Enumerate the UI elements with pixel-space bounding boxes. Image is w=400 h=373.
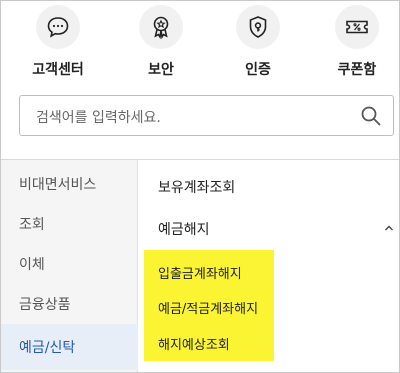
submenu-child-termination-estimate[interactable]: 해지예상조회 — [158, 334, 230, 353]
sidebar-item-label: 비대면서비스 — [19, 177, 97, 193]
quick-menu-security[interactable]: 보안 — [121, 5, 201, 85]
submenu-child-savings-termination[interactable]: 예금/적금계좌해지 — [158, 298, 258, 317]
submenu-child-checking-termination[interactable]: 입출금계좌해지 — [158, 263, 242, 282]
app-frame: 고객센터 보안 인증 쿠폰함 검색어를 입력하세요. 비대면서비스 조회 이체 … — [0, 0, 400, 373]
sidebar-item-financial-products[interactable]: 금융상품 — [1, 284, 138, 324]
search-input[interactable]: 검색어를 입력하세요. — [19, 95, 394, 136]
submenu-item-deposit-termination[interactable]: 예금해지 — [158, 219, 210, 239]
search-placeholder: 검색어를 입력하세요. — [36, 110, 161, 126]
quick-menu-label: 쿠폰함 — [337, 62, 377, 78]
sidebar-item-label: 예금/신탁 — [19, 340, 76, 356]
quick-menu-customer-center[interactable]: 고객센터 — [18, 5, 98, 85]
sidebar-item-label: 이체 — [19, 257, 45, 273]
security-badge-icon — [139, 5, 183, 49]
sidebar-item-label: 조회 — [19, 217, 45, 233]
quick-menu-certification[interactable]: 인증 — [218, 5, 298, 85]
quick-menu-label: 보안 — [148, 62, 174, 78]
sidebar-item-inquiry[interactable]: 조회 — [1, 204, 138, 244]
category-sidebar: 비대면서비스 조회 이체 금융상품 예금/신탁 — [1, 160, 138, 372]
quick-menu-label: 고객센터 — [32, 62, 84, 78]
chat-bubble-icon — [36, 5, 80, 49]
certificate-shield-icon — [236, 5, 280, 49]
sidebar-item-transfer[interactable]: 이체 — [1, 244, 138, 284]
sidebar-item-contactless-service[interactable]: 비대면서비스 — [1, 164, 138, 204]
coupon-icon — [335, 5, 379, 49]
quick-menu: 고객센터 보안 인증 쿠폰함 — [1, 1, 399, 89]
quick-menu-label: 인증 — [245, 62, 271, 78]
quick-menu-coupon-box[interactable]: 쿠폰함 — [317, 5, 397, 85]
sidebar-item-deposit-trust[interactable]: 예금/신탁 — [1, 324, 138, 370]
submenu-item-account-inquiry[interactable]: 보유계좌조회 — [158, 177, 235, 197]
search-icon[interactable] — [360, 105, 382, 127]
chevron-up-icon[interactable] — [384, 224, 394, 232]
sidebar-item-label: 금융상품 — [19, 297, 71, 313]
